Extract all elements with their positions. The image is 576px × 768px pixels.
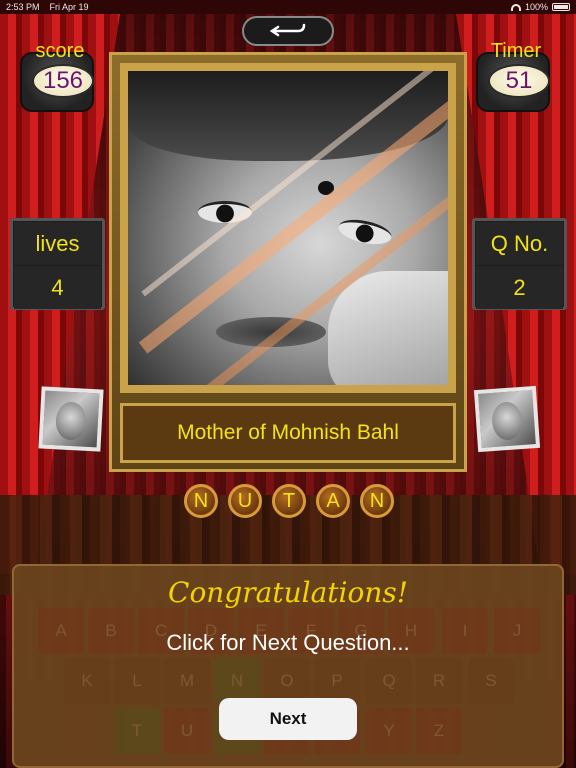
- score-spotlight: score 156: [10, 40, 110, 120]
- picture-frame: Mother of Mohnish Bahl: [109, 52, 467, 472]
- status-time: 2:53 PM: [6, 2, 40, 12]
- answer-tile: N: [184, 484, 218, 518]
- congrats-title: Congratulations!: [168, 576, 408, 609]
- photo-face: [490, 400, 524, 441]
- status-date: Fri Apr 19: [49, 2, 89, 12]
- score-label: score: [35, 40, 85, 62]
- back-arrow-icon: [269, 23, 306, 37]
- hanging-photo-left: [38, 386, 104, 452]
- answer-tile: T: [272, 484, 306, 518]
- score-value: 156: [32, 64, 94, 98]
- actress-portrait: [128, 71, 448, 385]
- status-right: 100%: [510, 2, 570, 12]
- portrait-frame: [120, 63, 456, 393]
- answer-tile: N: [360, 484, 394, 518]
- next-question-prompt[interactable]: Click for Next Question...: [0, 630, 576, 656]
- answer-tile: A: [316, 484, 350, 518]
- timer-spotlight: Timer 51: [466, 40, 566, 120]
- hanging-photo-right: [473, 385, 541, 453]
- battery-icon: [552, 3, 570, 11]
- status-bar: 2:53 PM Fri Apr 19 100%: [0, 0, 576, 14]
- portrait-eye-right: [336, 215, 394, 249]
- back-button[interactable]: [242, 16, 334, 46]
- lives-board: lives 4: [10, 218, 105, 310]
- next-button[interactable]: Next: [219, 698, 357, 740]
- clue-box: Mother of Mohnish Bahl: [120, 403, 456, 463]
- lives-label: lives: [14, 222, 101, 265]
- question-number-value: 2: [476, 266, 563, 309]
- clue-text: Mother of Mohnish Bahl: [177, 421, 399, 444]
- timer-label: Timer: [490, 40, 542, 62]
- battery-percent: 100%: [524, 2, 548, 12]
- wifi-icon: [510, 3, 521, 11]
- question-number-board: Q No. 2: [472, 218, 567, 310]
- timer-value: 51: [488, 64, 550, 98]
- answer-tiles: N U T A N: [178, 484, 400, 520]
- question-number-label: Q No.: [476, 222, 563, 265]
- photo-face: [54, 401, 87, 441]
- lives-value: 4: [14, 266, 101, 309]
- answer-tile: U: [228, 484, 262, 518]
